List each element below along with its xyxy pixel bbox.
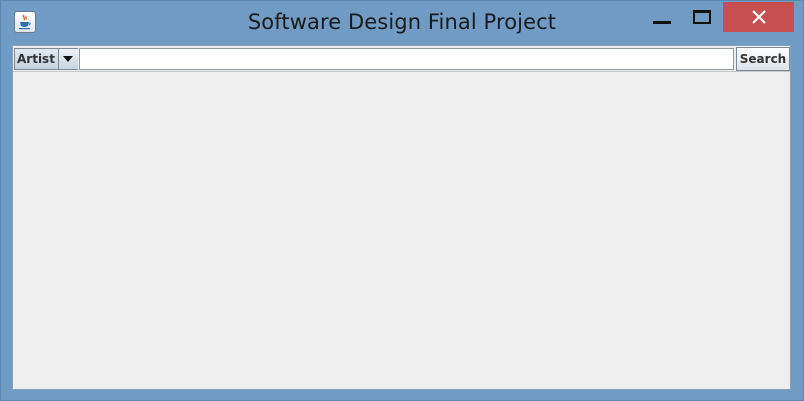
minimize-button[interactable] — [644, 5, 680, 33]
dropdown-arrow-button[interactable] — [58, 49, 78, 69]
search-button[interactable]: Search — [736, 47, 790, 71]
results-area — [13, 72, 790, 389]
window-title: Software Design Final Project — [247, 10, 557, 34]
close-button[interactable] — [723, 2, 794, 32]
title-bar[interactable]: Software Design Final Project — [1, 1, 803, 45]
chevron-down-icon — [63, 56, 73, 62]
maximize-icon — [693, 10, 711, 24]
close-icon — [752, 10, 766, 24]
minimize-icon — [653, 21, 671, 24]
main-panel: Artist Search — [12, 45, 791, 390]
search-type-value: Artist — [17, 52, 55, 66]
search-input[interactable] — [79, 48, 734, 70]
app-window: Software Design Final Project Artist Sea… — [0, 0, 804, 401]
search-type-dropdown[interactable]: Artist — [14, 48, 78, 70]
search-toolbar: Artist Search — [13, 46, 790, 72]
